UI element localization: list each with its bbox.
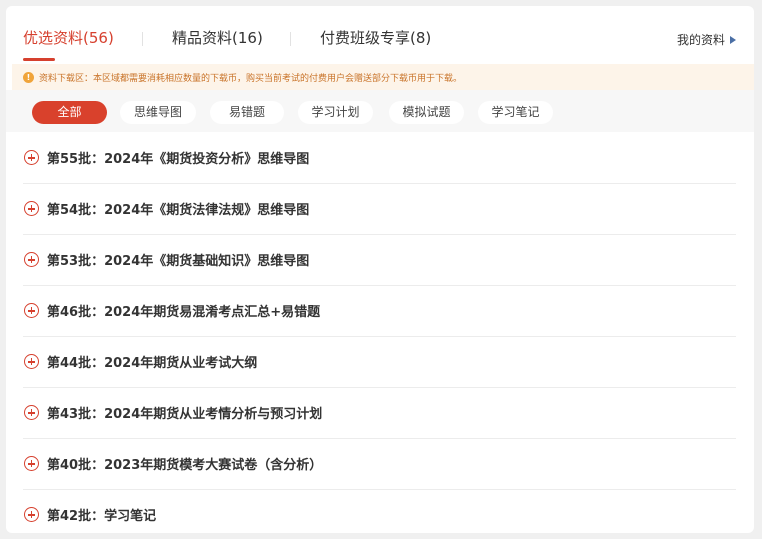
category-filter-bar: 全部 思维导图 易错题 学习计划 模拟试题 学习笔记: [6, 90, 754, 132]
materials-card: 优选资料(56) 精品资料(16) 付费班级专享(8) 我的资料 ! 资料下载区…: [6, 6, 754, 533]
list-item-title: 第44批：2024年期货从业考试大纲: [47, 356, 258, 371]
expand-plus-icon[interactable]: [24, 507, 39, 522]
expand-plus-icon[interactable]: [24, 201, 39, 216]
list-item-title: 第53批：2024年《期货基础知识》思维导图: [47, 254, 310, 269]
filter-study-plan[interactable]: 学习计划: [298, 101, 373, 124]
tab-selected-materials[interactable]: 优选资料(56): [23, 28, 114, 48]
filter-mind-map[interactable]: 思维导图: [120, 101, 196, 124]
list-item-title: 第40批：2023年期货模考大赛试卷（含分析）: [47, 458, 323, 473]
list-item[interactable]: 第46批：2024年期货易混淆考点汇总+易错题: [23, 285, 736, 337]
tab-bar: 优选资料(56) 精品资料(16) 付费班级专享(8) 我的资料: [6, 6, 754, 64]
list-item[interactable]: 第43批：2024年期货从业考情分析与预习计划: [23, 387, 736, 439]
filter-error-prone[interactable]: 易错题: [210, 101, 284, 124]
my-materials-label: 我的资料: [676, 33, 725, 47]
play-arrow-icon: [730, 35, 736, 44]
info-icon: !: [23, 71, 34, 83]
list-item-title: 第43批：2024年期货从业考情分析与预习计划: [47, 407, 323, 422]
expand-plus-icon[interactable]: [24, 405, 39, 420]
tab-premium-materials[interactable]: 精品资料(16): [172, 28, 263, 48]
expand-plus-icon[interactable]: [24, 303, 39, 318]
list-item[interactable]: 第44批：2024年期货从业考试大纲: [23, 336, 736, 388]
tab-divider: [290, 32, 291, 46]
expand-plus-icon[interactable]: [24, 252, 39, 267]
list-item-title: 第46批：2024年期货易混淆考点汇总+易错题: [47, 305, 321, 320]
list-item[interactable]: 第55批：2024年《期货投资分析》思维导图: [23, 132, 736, 184]
notice-text: 资料下载区：本区域都需要消耗相应数量的下载币，购买当前考试的付费用户会赠送部分下…: [39, 73, 463, 84]
expand-plus-icon[interactable]: [24, 150, 39, 165]
list-item[interactable]: 第53批：2024年《期货基础知识》思维导图: [23, 234, 736, 286]
tab-paid-class-exclusive[interactable]: 付费班级专享(8): [320, 28, 431, 48]
filter-study-notes[interactable]: 学习笔记: [478, 101, 553, 124]
filter-mock-exam[interactable]: 模拟试题: [389, 101, 464, 124]
active-tab-underline: [23, 58, 55, 61]
filter-all[interactable]: 全部: [32, 101, 107, 124]
expand-plus-icon[interactable]: [24, 354, 39, 369]
tab-divider: [142, 32, 143, 46]
list-item-title: 第55批：2024年《期货投资分析》思维导图: [47, 152, 310, 167]
download-notice: ! 资料下载区：本区域都需要消耗相应数量的下载币，购买当前考试的付费用户会赠送部…: [12, 64, 754, 90]
list-item[interactable]: 第42批：学习笔记: [23, 489, 736, 533]
list-item-title: 第42批：学习笔记: [47, 509, 157, 524]
list-item[interactable]: 第54批：2024年《期货法律法规》思维导图: [23, 183, 736, 235]
list-item-title: 第54批：2024年《期货法律法规》思维导图: [47, 203, 310, 218]
my-materials-link[interactable]: 我的资料: [677, 31, 736, 48]
expand-plus-icon[interactable]: [24, 456, 39, 471]
list-item[interactable]: 第40批：2023年期货模考大赛试卷（含分析）: [23, 438, 736, 490]
